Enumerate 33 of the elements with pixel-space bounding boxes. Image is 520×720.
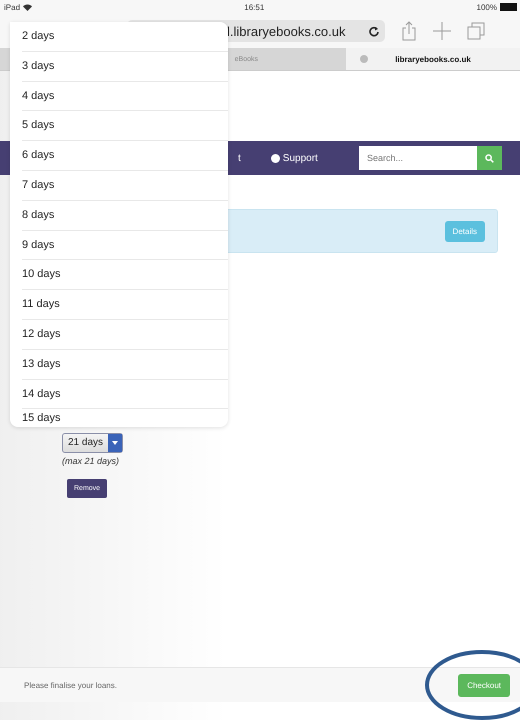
dropdown-option[interactable]: 15 days bbox=[22, 409, 228, 428]
share-icon[interactable] bbox=[401, 21, 417, 41]
caret-icon bbox=[112, 441, 118, 445]
dropdown-option[interactable]: 11 days bbox=[22, 290, 228, 320]
dropdown-option[interactable]: 10 days bbox=[22, 260, 228, 290]
dropdown-option[interactable]: 7 days bbox=[22, 170, 228, 201]
browser-tab[interactable]: libraryebooks.co.uk bbox=[346, 48, 520, 70]
wifi-icon bbox=[23, 4, 32, 10]
max-note: (max 21 days) bbox=[62, 456, 120, 466]
search-button[interactable] bbox=[477, 146, 502, 170]
battery-icon bbox=[500, 3, 518, 11]
dropdown-option[interactable]: 12 days bbox=[22, 320, 228, 350]
dropdown-option[interactable]: 3 days bbox=[22, 52, 228, 82]
status-time: 16:51 bbox=[243, 2, 266, 12]
device-name: iPad bbox=[4, 2, 20, 12]
dropdown-option[interactable]: 6 days bbox=[22, 141, 228, 171]
dropdown-option[interactable]: 2 days bbox=[22, 22, 228, 52]
dropdown-option[interactable]: 14 days bbox=[22, 380, 228, 410]
tabs-icon[interactable] bbox=[467, 22, 485, 40]
dropdown-option[interactable]: 5 days bbox=[22, 111, 228, 142]
dropdown-option[interactable]: 4 days bbox=[22, 82, 228, 112]
loan-period-select[interactable]: 21 days bbox=[62, 433, 124, 453]
dropdown-option[interactable]: 13 days bbox=[22, 350, 228, 380]
footer-message: Please finalise your loans. bbox=[24, 680, 117, 690]
dropdown-option[interactable]: 8 days bbox=[22, 200, 228, 231]
reload-icon[interactable] bbox=[369, 26, 379, 36]
search-icon bbox=[485, 154, 494, 162]
search-field[interactable]: Search... bbox=[359, 146, 477, 170]
nav-link[interactable]: Support bbox=[270, 152, 318, 164]
nav-link[interactable]: t bbox=[238, 152, 241, 164]
dropdown-option[interactable]: 9 days bbox=[22, 230, 228, 260]
plus-icon[interactable] bbox=[433, 22, 451, 40]
battery-percent: 100% bbox=[476, 2, 497, 12]
